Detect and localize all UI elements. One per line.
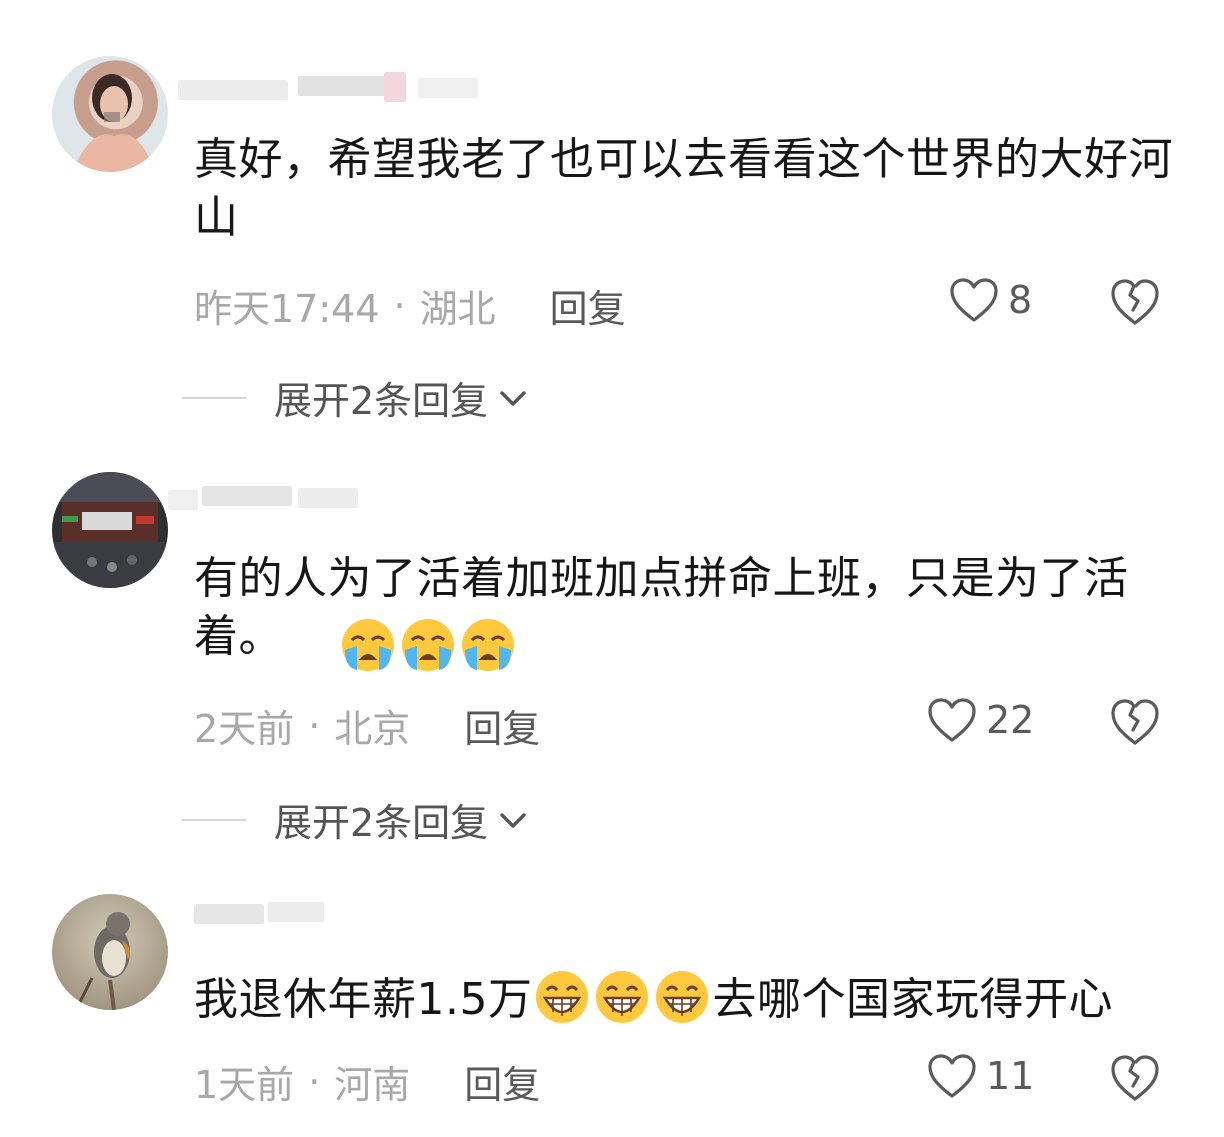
comment-location: 北京 [334,707,411,751]
avatar-image [72,74,156,172]
comment-text-part: 去哪个国家玩得开心 [712,974,1113,1025]
username-blurred[interactable] [168,476,368,528]
like-count: 8 [1008,278,1033,322]
reply-button[interactable]: 回复 [464,698,540,753]
username-blurred[interactable] [168,62,528,114]
like-count: 11 [986,1054,1035,1098]
expand-replies-label: 展开2条回复 [274,379,489,423]
comment-text: 我退休年薪1.5万 去哪个国家玩得开心 [194,968,1184,1029]
broken-heart-icon[interactable] [1108,276,1162,328]
avatar[interactable] [52,894,168,1010]
avatar[interactable] [52,472,168,588]
expand-replies-button[interactable]: 展开2条回复 [182,370,530,425]
emoji-group [338,616,518,674]
expand-replies-button[interactable]: 展开2条回复 [182,792,530,847]
grinning-squinting-face-icon [596,971,649,1023]
meta-separator: · [308,703,321,748]
comment-time: 1天前 [194,1063,295,1107]
broken-heart-icon[interactable] [1108,696,1162,748]
grinning-squinting-face-icon [536,971,589,1023]
chevron-down-icon [500,390,526,406]
chevron-down-icon [500,812,526,828]
reply-button[interactable]: 回复 [464,1054,540,1109]
comment-meta: 1天前 · 河南 回复 [194,1054,540,1109]
divider [182,396,246,399]
like-button[interactable]: 8 [948,276,1032,324]
emoji-group [532,971,712,1025]
avatar[interactable] [52,56,168,172]
expand-replies-label: 展开2条回复 [274,801,489,845]
heart-outline-icon [950,278,998,322]
reply-button[interactable]: 回复 [550,278,626,333]
heart-outline-icon [928,1054,976,1098]
comment-item: 我退休年薪1.5万 去哪个国家玩得开心 1天前 · 河南 回复 11 [0,870,1224,1137]
broken-heart-icon[interactable] [1108,1052,1162,1104]
username-blurred[interactable] [168,890,338,942]
comment-item: 真好，希望我老了也可以去看看这个世界的大好河山 昨天17:44 · 湖北 回复 … [0,0,1224,430]
comment-location: 河南 [334,1063,411,1107]
loudly-crying-face-icon [402,619,454,671]
avatar-image [52,472,168,588]
like-button[interactable]: 11 [926,1052,1034,1100]
like-count: 22 [986,698,1035,742]
comment-text: 真好，希望我老了也可以去看看这个世界的大好河山 [194,134,1173,243]
comment-meta: 2天前 · 北京 回复 [194,698,540,753]
loudly-crying-face-icon [342,619,394,671]
avatar-image [78,912,130,1010]
comment-meta: 昨天17:44 · 湖北 回复 [194,278,626,333]
meta-separator: · [393,283,406,328]
comment-time: 昨天17:44 [194,287,380,331]
grinning-squinting-face-icon [656,971,709,1023]
comment-time: 2天前 [194,707,295,751]
like-button[interactable]: 22 [926,696,1034,744]
comment-location: 湖北 [419,287,496,331]
loudly-crying-face-icon [462,619,514,671]
meta-separator: · [308,1059,321,1104]
comment-item: 有的人为了活着加班加点拼命上班，只是为了活着。 2天前 · 北京 回复 22 展… [0,430,1224,870]
divider [182,818,246,821]
heart-outline-icon [928,698,976,742]
comment-text-part: 我退休年薪1.5万 [194,974,533,1025]
